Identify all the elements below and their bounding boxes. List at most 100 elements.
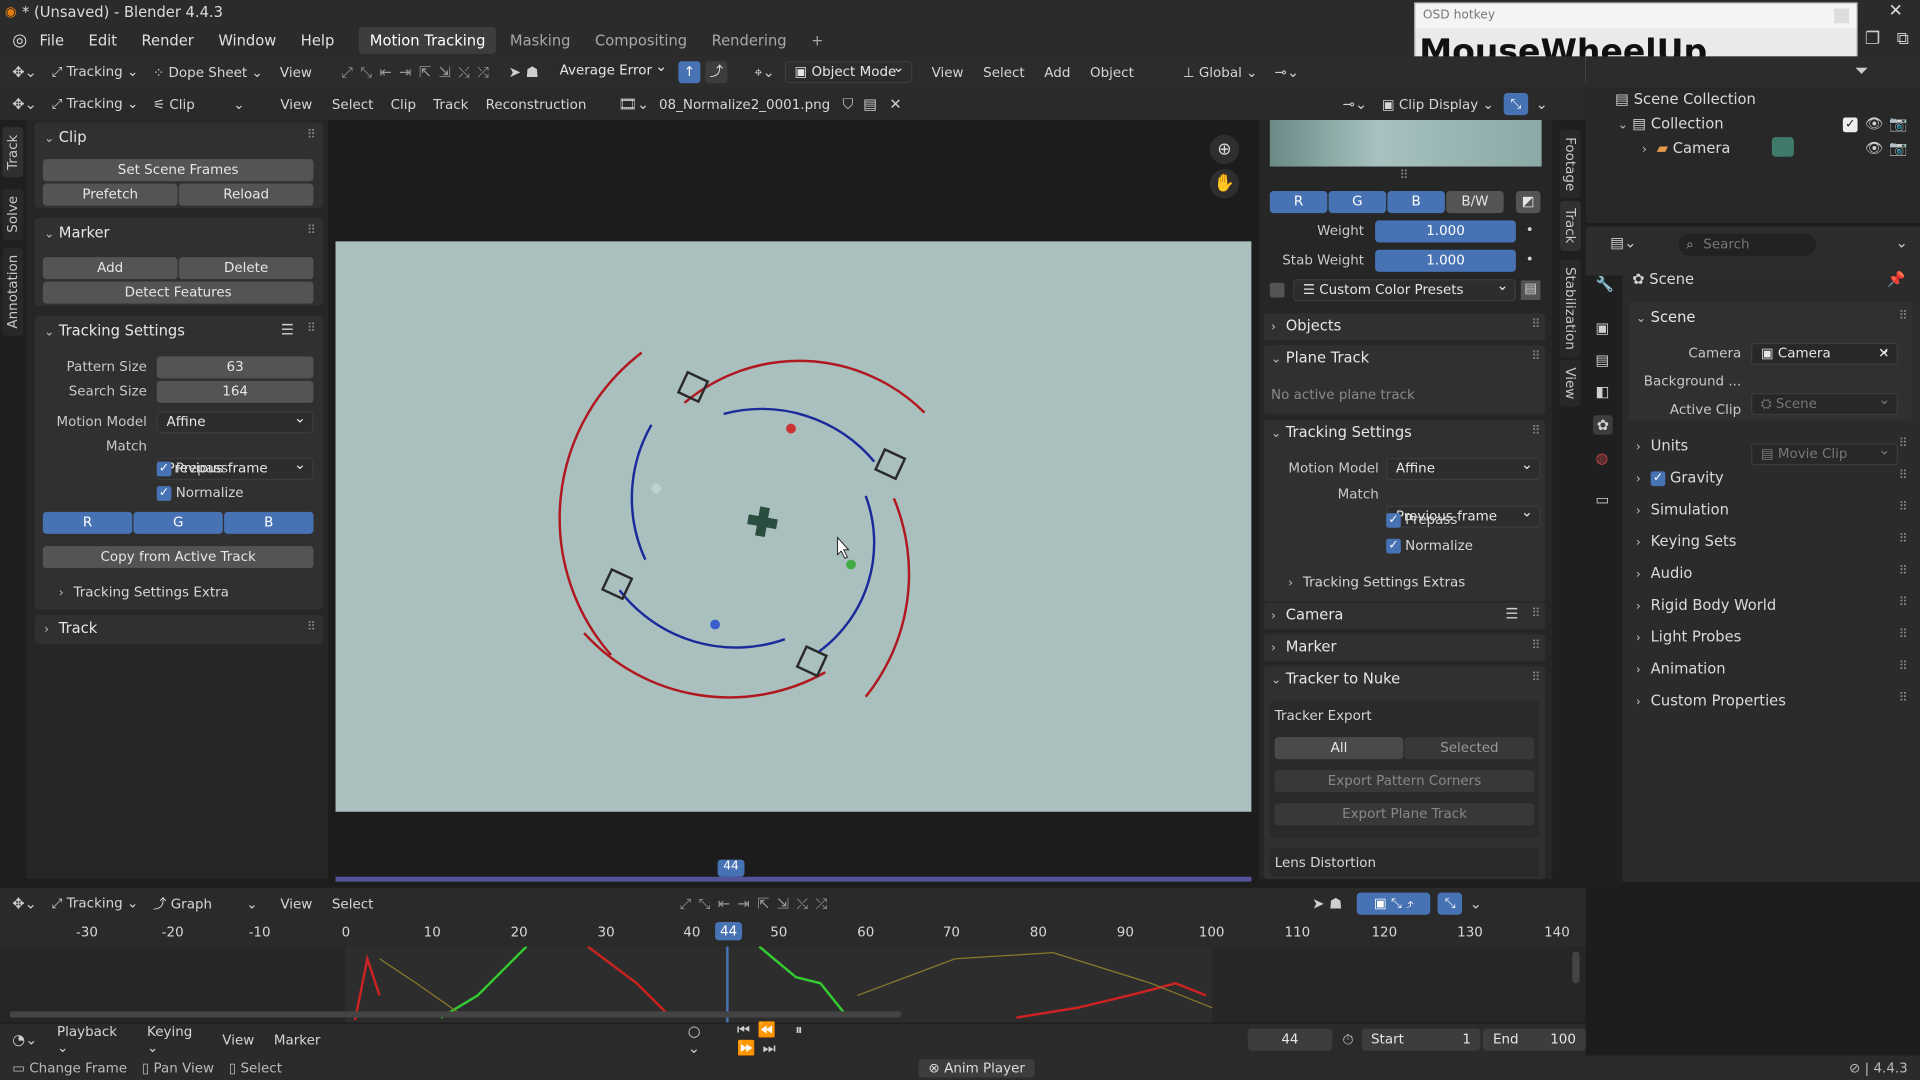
export-plane-track-button[interactable]: Export Plane Track	[1274, 803, 1535, 826]
playback-menu[interactable]: Playback ⌄	[57, 1024, 132, 1056]
units-section[interactable]: › Units	[1636, 437, 1688, 454]
sidebar-motion-model-dropdown[interactable]: Affine	[1386, 454, 1541, 481]
channel-r-toggle[interactable]: R	[42, 511, 133, 534]
end-frame-field[interactable]: End 100	[1483, 1028, 1586, 1051]
add-marker-button[interactable]: Add	[42, 257, 178, 280]
preview-g-toggle[interactable]: G	[1328, 191, 1387, 214]
rigid-body-world-section[interactable]: › Rigid Body World	[1636, 596, 1776, 613]
gravity-section[interactable]: › ✓ Gravity	[1636, 469, 1724, 486]
pin-icon[interactable]: 📌	[1887, 271, 1905, 288]
eye-icon[interactable]: 👁	[1865, 140, 1884, 157]
keying-menu[interactable]: Keying ⌄	[147, 1024, 208, 1056]
clip-panel-header[interactable]: ⌄ Clip	[44, 129, 86, 146]
track-tools-icons[interactable]: ⤢⤡⇤⇥⇱⇲⤯⤮	[341, 63, 496, 81]
render-camera-icon[interactable]: 📷	[1889, 140, 1907, 157]
render-tab-icon[interactable]: ▣	[1596, 320, 1610, 337]
clip-frame-strip[interactable]	[335, 876, 1252, 882]
graph-view-menu[interactable]: View	[280, 896, 312, 912]
track-panel[interactable]: › Track ⠿	[34, 614, 324, 645]
presets-list-icon[interactable]: ☰	[281, 321, 294, 338]
timeline-view-menu[interactable]: View	[222, 1032, 254, 1048]
graph-current-frame[interactable]: 44	[715, 922, 743, 941]
menu-file[interactable]: File	[39, 32, 64, 49]
graph-view-dropdown[interactable]: ⤴ Graph ⌄	[153, 894, 268, 914]
render-camera-icon[interactable]: 📷	[1889, 115, 1907, 132]
custom-color-presets-dropdown[interactable]: ☰ Custom Color Presets	[1293, 276, 1516, 302]
graph-vertical-scrollbar[interactable]	[1572, 951, 1580, 984]
plane-track-title[interactable]: Plane Track	[1286, 349, 1369, 366]
graph-gizmo-dropdown-icon[interactable]: ⌄	[1470, 895, 1482, 912]
set-scene-frames-button[interactable]: Set Scene Frames	[42, 159, 314, 182]
camera-row[interactable]: › ▰ Camera	[1642, 140, 1730, 157]
objects-panel[interactable]: › Objects ⠿	[1263, 313, 1546, 341]
scene-section-title[interactable]: Scene	[1651, 309, 1696, 326]
clip-select-menu[interactable]: Select	[332, 96, 374, 112]
prepass-checkbox[interactable]: ✓ Prepass	[156, 460, 228, 477]
tracking-settings-extra-subpanel[interactable]: › Tracking Settings Extra	[59, 584, 229, 600]
pan-hand-icon[interactable]: ✋	[1209, 168, 1240, 199]
clip-clip-menu[interactable]: Clip	[391, 96, 416, 112]
scene-collection-row[interactable]: ▤ Scene Collection	[1615, 91, 1756, 108]
auto-keying-icon[interactable]: ○ ⌄	[688, 1022, 718, 1056]
drag-handle-icon[interactable]: ⠿	[307, 129, 316, 142]
drag-handle-icon[interactable]: ⠿	[1531, 639, 1540, 652]
drag-handle-icon[interactable]: ⠿	[307, 322, 316, 335]
sidebar-normalize-checkbox[interactable]: ✓ Normalize	[1386, 538, 1473, 554]
background-scene-field[interactable]: ⛭ Scene	[1751, 389, 1898, 416]
tab-rendering[interactable]: Rendering	[701, 27, 798, 54]
delete-marker-button[interactable]: Delete	[178, 257, 314, 280]
preview-bw-toggle[interactable]: B/W	[1446, 191, 1504, 214]
scene-tab-icon[interactable]: ✿	[1593, 415, 1613, 435]
graph-curves[interactable]	[0, 946, 1586, 1023]
graph-select-menu[interactable]: Select	[332, 896, 374, 912]
dope-sheet-dropdown[interactable]: ⁘ Dope Sheet ⌄	[153, 64, 263, 80]
drag-handle-icon[interactable]: ⠿	[1531, 607, 1540, 620]
clip-track-menu[interactable]: Track	[433, 96, 468, 112]
properties-options-icon[interactable]: ⌄	[1896, 234, 1908, 251]
start-frame-field[interactable]: Start 1	[1361, 1028, 1481, 1051]
graph-tools-icons[interactable]: ⤢⤡⇤⇥⇱⇲⤯⤮	[680, 894, 835, 912]
frame-ruler[interactable]: -30 -20 -10 0 10 20 30 40 44 50 60 70 80…	[0, 919, 1586, 947]
custom-properties-section[interactable]: › Custom Properties	[1636, 692, 1786, 709]
tab-motion-tracking[interactable]: Motion Tracking	[358, 26, 497, 54]
collection-row[interactable]: ⌄ ▤ Collection	[1618, 115, 1724, 132]
color-picker-icon[interactable]: ▤	[1520, 280, 1541, 301]
graph-mode-dropdown[interactable]: ⤢ Tracking ⌄	[52, 895, 139, 912]
snapping-icon[interactable]: ⊸⌄	[1275, 64, 1300, 81]
resize-handle-icon[interactable]: ⠿	[1400, 169, 1409, 182]
clip-reconstruction-menu[interactable]: Reconstruction	[486, 96, 587, 112]
preview-b-toggle[interactable]: B	[1387, 191, 1445, 214]
tab-solve[interactable]: Solve	[2, 188, 24, 241]
tab-annotation[interactable]: Annotation	[2, 247, 24, 336]
tab-compositing[interactable]: Compositing	[584, 27, 698, 54]
marker-panel-header[interactable]: ⌄ Marker	[44, 224, 109, 241]
current-frame-field[interactable]: 44	[1247, 1028, 1333, 1051]
sidebar-marker-panel[interactable]: › Marker ⠿	[1263, 634, 1546, 662]
pattern-size-field[interactable]: 63	[156, 356, 314, 379]
clip-filename[interactable]: 08_Normalize2_0001.png	[659, 96, 830, 112]
scene-camera-field[interactable]: ▣ Camera ✕	[1751, 339, 1898, 365]
graph-display-toggles[interactable]: ▣ ⤡ ⤴	[1357, 892, 1431, 915]
menu-help[interactable]: Help	[301, 32, 335, 49]
alpha-toggle-icon[interactable]: ◩	[1515, 191, 1541, 214]
graph-gizmo-icon[interactable]: ⤡	[1437, 892, 1463, 915]
search-size-field[interactable]: 164	[156, 380, 314, 403]
export-pattern-corners-button[interactable]: Export Pattern Corners	[1274, 770, 1535, 793]
clip-editor-type-icon[interactable]: ✥⌄	[12, 96, 37, 113]
transform-orientation-dropdown[interactable]: ⊥ Global ⌄	[1183, 64, 1258, 80]
filter-funnel-icon[interactable]: ⏷	[1855, 61, 1869, 81]
drag-handle-icon[interactable]: ⠿	[1531, 350, 1540, 363]
menu-window[interactable]: Window	[218, 32, 276, 49]
timeline-marker-menu[interactable]: Marker	[274, 1032, 321, 1048]
keying-sets-section[interactable]: › Keying Sets	[1636, 533, 1737, 550]
menu-render[interactable]: Render	[142, 32, 194, 49]
view3d-object-menu[interactable]: Object	[1090, 64, 1134, 80]
camera-data-icon[interactable]	[1771, 137, 1794, 157]
collection-tab-icon[interactable]: ▭	[1596, 491, 1610, 508]
sidebar-prepass-checkbox[interactable]: ✓ Prepass	[1386, 512, 1457, 528]
eye-icon[interactable]: 👁	[1865, 115, 1884, 132]
tracking-settings-extras-subpanel[interactable]: › Tracking Settings Extras	[1288, 574, 1465, 590]
camera-presets-icon[interactable]: ☰	[1505, 605, 1518, 622]
graph-editor-area[interactable]: -30 -20 -10 0 10 20 30 40 44 50 60 70 80…	[0, 919, 1586, 1023]
blender-menu-icon[interactable]: ◎	[12, 31, 27, 51]
